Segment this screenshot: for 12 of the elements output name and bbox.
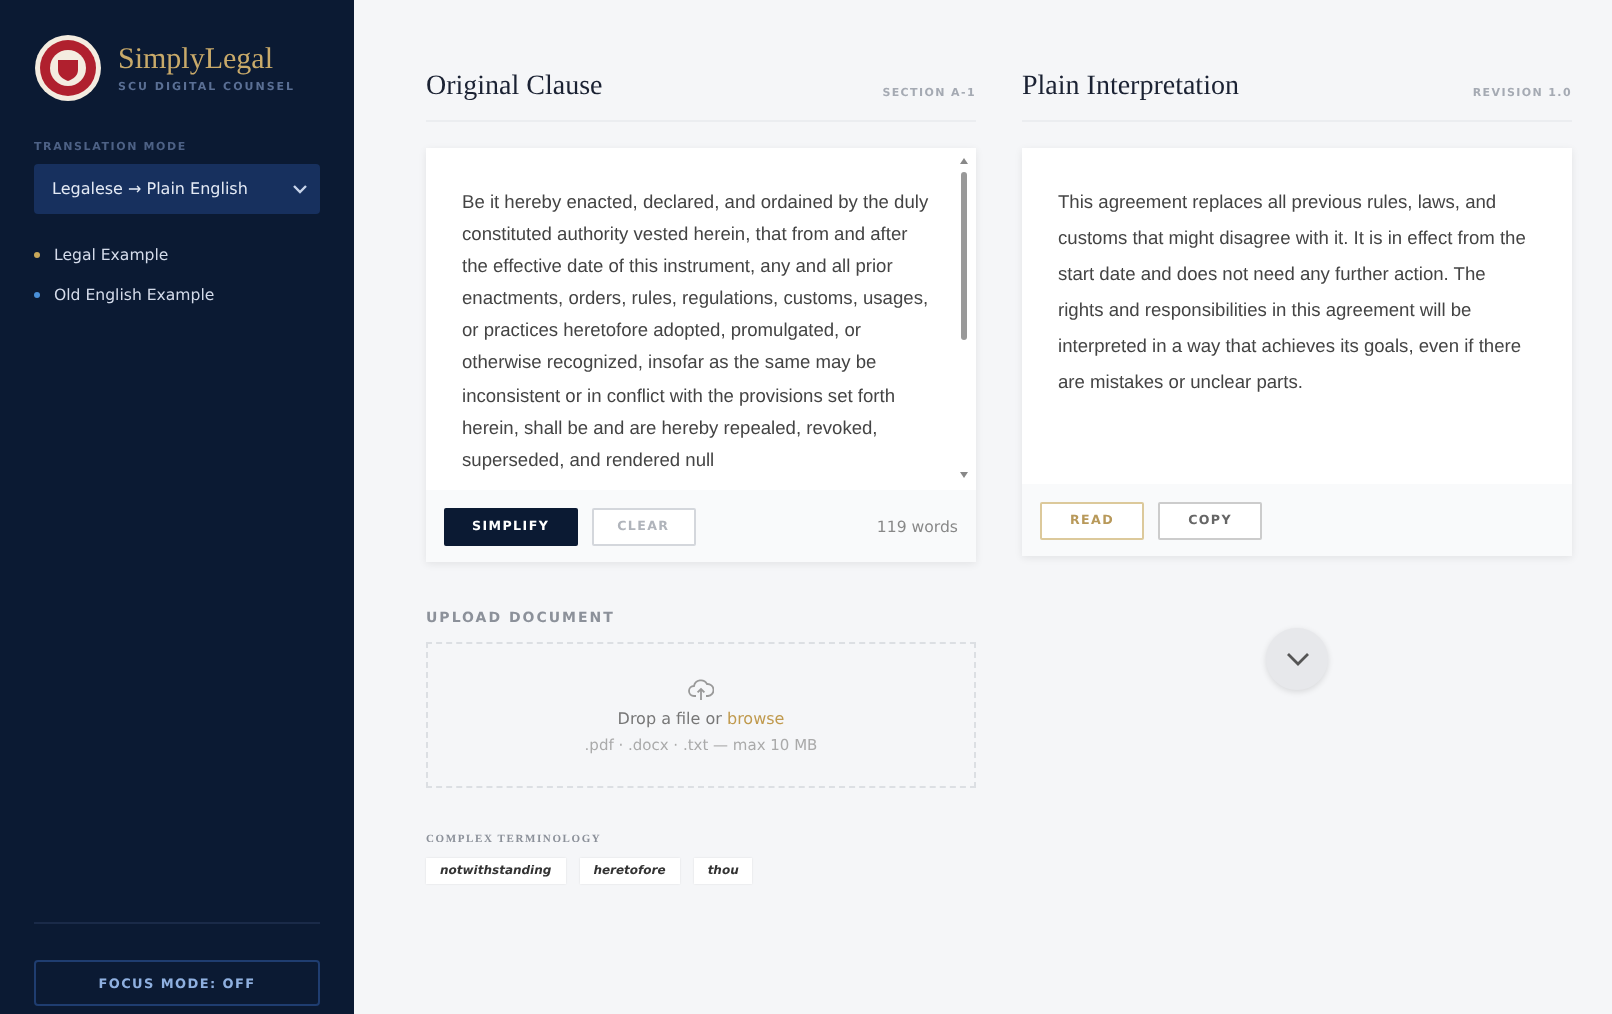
- cloud-upload-icon: [688, 677, 714, 701]
- interpretation-text: This agreement replaces all previous rules, laws, and customs that might disagree with it. It is in effect from the start date and does not need any further action. The rights and responsibilities in this agreement will be interpreted in a way that achieves its goals, even if there are mistakes or unclear parts.: [1056, 190, 1528, 397]
- mode-select[interactable]: Legalese → Plain English: [34, 164, 320, 214]
- brand-name: SimplyLegal: [118, 43, 275, 77]
- panel-title: Original Clause: [426, 72, 603, 104]
- scroll-down-button[interactable]: [1266, 628, 1328, 690]
- chevron-down-icon: [1285, 652, 1309, 666]
- clause-input-field[interactable]: Be it hereby enacted, declared, and ordained by the duly constituted authority vested herein, that from and after the effective date of this instrument, any and all prior enactments, orders, rules, regulations, customs, usages, or practices heretofore adopted, promulgated, or otherwise recognized, insofar as the same may be inconsistent or in conflict with the provisions set forth herein, shall be and are hereby repealed, revoked, superseded, and rendered null: [462, 186, 934, 476]
- panel-title: Plain Interpretation: [1022, 72, 1239, 104]
- drop-prompt: Drop a file or: [617, 709, 722, 727]
- chevron-down-icon: [292, 184, 308, 194]
- seal-logo-icon: [34, 34, 102, 102]
